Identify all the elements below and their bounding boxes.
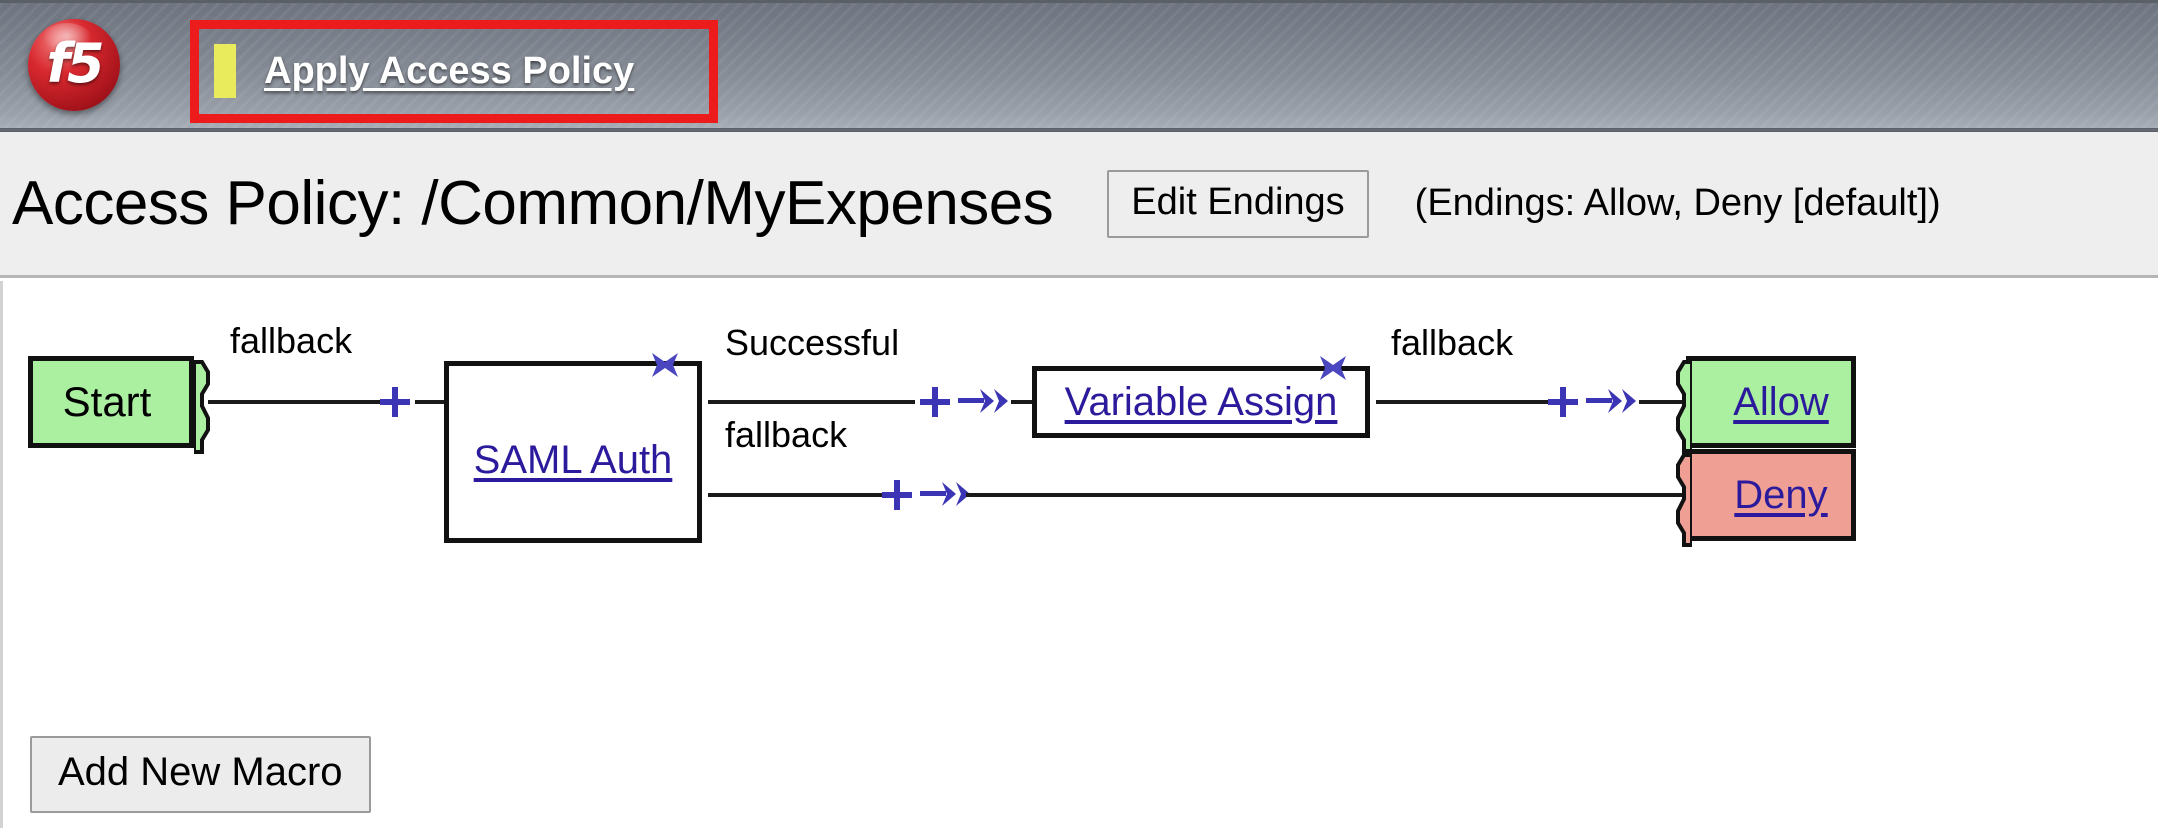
f5-logo-text: f5 — [46, 31, 104, 95]
policy-ending-allow[interactable]: Allow — [1676, 356, 1856, 454]
pending-changes-indicator-icon — [214, 44, 236, 98]
edge-saml-successful — [708, 400, 915, 404]
policy-start-node: Start — [28, 356, 210, 454]
policy-item-label-saml-auth[interactable]: SAML Auth — [474, 438, 673, 483]
add-new-macro-button[interactable]: Add New Macro — [30, 736, 371, 813]
insert-macro-arrow-icon-1[interactable] — [958, 386, 1014, 416]
page-title: Access Policy: /Common/MyExpenses — [12, 169, 1054, 238]
add-item-plus-icon-1[interactable] — [380, 387, 410, 417]
branch-label-fallback-saml: fallback — [725, 414, 848, 455]
add-item-plus-icon-4[interactable] — [882, 480, 912, 510]
allow-node-notch-shape — [1670, 360, 1694, 454]
add-item-plus-icon-2[interactable] — [920, 387, 950, 417]
policy-item-saml-auth[interactable]: SAML Auth — [444, 361, 702, 543]
f5-logo[interactable]: f5 — [22, 11, 130, 119]
apply-access-policy-item[interactable]: Apply Access Policy — [214, 43, 634, 99]
add-item-plus-icon-3[interactable] — [1548, 387, 1578, 417]
edit-endings-button[interactable]: Edit Endings — [1107, 169, 1369, 238]
branch-label-fallback-start: fallback — [230, 320, 353, 361]
page-header-strip: Access Policy: /Common/MyExpenses Edit E… — [0, 132, 2158, 278]
edge-plus-to-saml — [415, 400, 447, 404]
policy-ending-label-allow[interactable]: Allow — [1733, 380, 1829, 425]
policy-ending-deny[interactable]: Deny — [1676, 449, 1856, 547]
delete-x-icon-saml-auth[interactable] — [648, 348, 682, 382]
edge-saml-fallback — [708, 493, 882, 497]
policy-ending-label-deny[interactable]: Deny — [1734, 473, 1827, 518]
top-navigation-bar: f5 Apply Access Policy — [0, 0, 2158, 135]
start-node-bump-shape — [192, 360, 220, 454]
edge-long-to-deny — [966, 493, 1689, 497]
start-node-label: Start — [62, 378, 152, 425]
insert-macro-arrow-icon-2[interactable] — [1586, 386, 1642, 416]
branch-label-successful: Successful — [725, 322, 900, 363]
endings-summary-text: (Endings: Allow, Deny [default]) — [1414, 182, 1941, 224]
delete-x-icon-variable-assign[interactable] — [1316, 351, 1350, 385]
deny-node-notch-shape — [1670, 453, 1694, 547]
branch-label-fallback-varassign: fallback — [1391, 322, 1514, 363]
apply-access-policy-link[interactable]: Apply Access Policy — [264, 50, 634, 93]
policy-item-label-variable-assign[interactable]: Variable Assign — [1065, 380, 1338, 425]
edge-start-to-plus — [208, 400, 380, 404]
edge-varassign-fallback — [1376, 400, 1548, 404]
